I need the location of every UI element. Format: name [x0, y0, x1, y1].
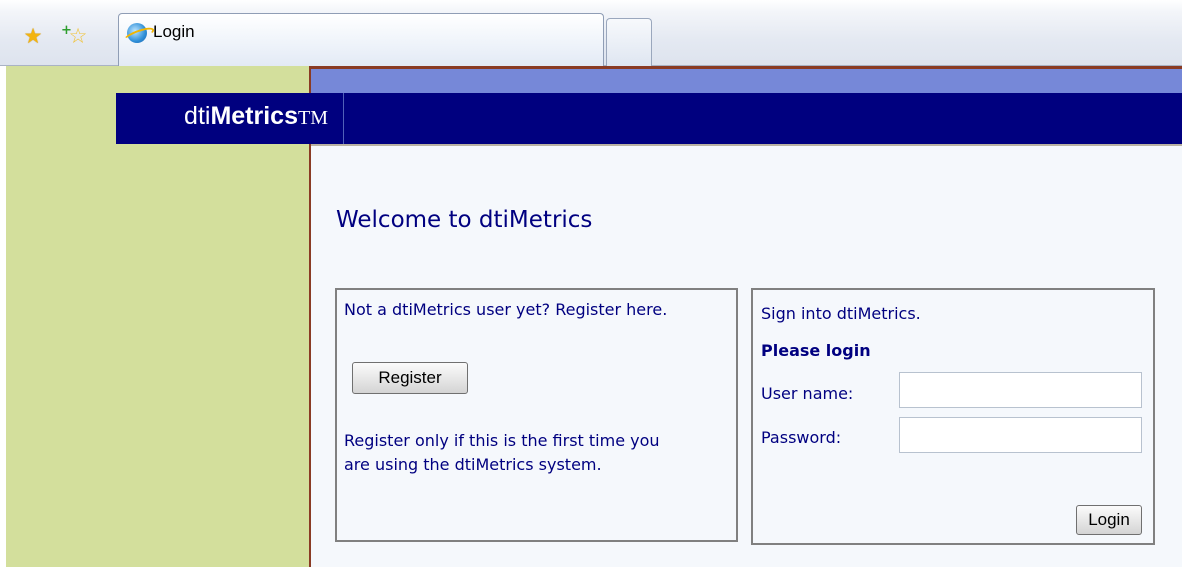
logo-container: dtiMetricsTM: [116, 93, 344, 144]
register-prompt: Not a dtiMetrics user yet? Register here…: [344, 300, 668, 319]
tab-title: Login: [153, 22, 195, 41]
new-tab-button[interactable]: [606, 18, 652, 66]
username-label: User name:: [761, 384, 854, 403]
login-intro: Sign into dtiMetrics.: [761, 304, 921, 323]
login-button[interactable]: Login: [1076, 505, 1142, 535]
username-input[interactable]: [899, 372, 1142, 408]
add-favorite-icon[interactable]: ☆ +: [61, 23, 89, 47]
logo-bold: Metrics: [210, 102, 298, 130]
logo-prefix: dti: [184, 102, 211, 130]
header-light-band: [311, 69, 1182, 93]
login-heading: Please login: [761, 341, 871, 360]
register-note-line2: are using the dtiMetrics system.: [344, 455, 602, 474]
register-panel: Not a dtiMetrics user yet? Register here…: [335, 288, 738, 542]
login-panel: Sign into dtiMetrics. Please login User …: [751, 288, 1155, 545]
app-logo: dtiMetricsTM: [116, 102, 344, 131]
header-dark-band: [311, 93, 1182, 146]
browser-tab-bar: ★ ☆ + Login: [0, 0, 1182, 66]
logo-trademark: TM: [298, 107, 328, 129]
register-note-line1: Register only if this is the first time …: [344, 431, 660, 450]
password-input[interactable]: [899, 417, 1142, 453]
favorites-star-icon[interactable]: ★: [22, 25, 44, 47]
page-title: Welcome to dtiMetrics: [336, 207, 593, 233]
password-label: Password:: [761, 428, 842, 447]
internet-explorer-icon: [127, 23, 147, 43]
register-button[interactable]: Register: [352, 362, 468, 394]
browser-tab-login[interactable]: Login: [118, 13, 604, 66]
